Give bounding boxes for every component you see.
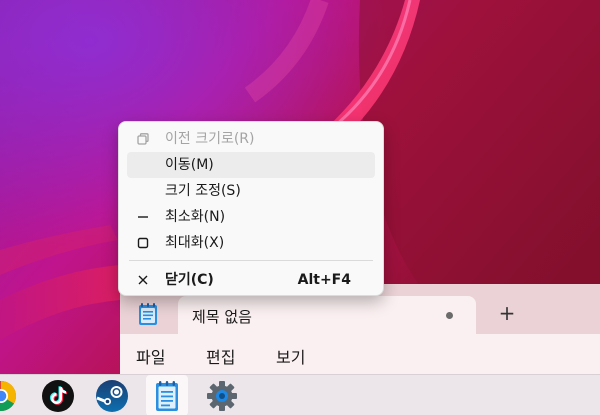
menu-item-label: 닫기(C) xyxy=(165,272,214,288)
new-tab-button[interactable]: + xyxy=(496,302,518,324)
steam-icon[interactable] xyxy=(95,379,129,413)
settings-icon[interactable] xyxy=(205,379,239,413)
notepad-icon[interactable] xyxy=(150,379,184,413)
tiktok-icon[interactable] xyxy=(41,379,75,413)
tab-untitled[interactable]: 제목 없음 xyxy=(178,296,476,336)
chrome-icon[interactable] xyxy=(0,379,18,413)
unsaved-indicator-icon[interactable] xyxy=(446,312,453,319)
taskbar xyxy=(0,374,600,415)
notepad-app-icon[interactable] xyxy=(138,302,158,326)
menu-item-label: 크기 조정(S) xyxy=(165,183,241,199)
menu-item-shortcut: Alt+F4 xyxy=(297,272,351,288)
menu-separator xyxy=(129,260,373,261)
menu-item-label: 최대화(X) xyxy=(165,235,225,251)
notepad-window: 제목 없음 + 파일 편집 보기 xyxy=(120,284,600,374)
close-icon xyxy=(135,271,151,289)
restore-icon xyxy=(135,130,151,148)
menu-item-label: 최소화(N) xyxy=(165,209,226,225)
menu-item-move[interactable]: 이동(M) xyxy=(127,152,375,178)
menu-item-minimize[interactable]: 최소화(N) xyxy=(127,204,375,230)
window-system-menu: 이전 크기로(R) 이동(M) 크기 조정(S) 최소화(N) 최대화(X) 닫… xyxy=(118,121,384,296)
menu-item-label: 이동(M) xyxy=(165,157,214,173)
menu-bar: 파일 편집 보기 xyxy=(120,334,600,374)
menu-edit[interactable]: 편집 xyxy=(206,344,235,368)
menu-view[interactable]: 보기 xyxy=(276,344,305,368)
minimize-icon xyxy=(135,208,151,226)
menu-item-restore[interactable]: 이전 크기로(R) xyxy=(127,126,375,152)
menu-item-maximize[interactable]: 최대화(X) xyxy=(127,230,375,256)
maximize-icon xyxy=(135,234,151,252)
menu-item-label: 이전 크기로(R) xyxy=(165,131,255,147)
desktop: 제목 없음 + 파일 편집 보기 이전 크기로(R) 이동(M) 크기 조정(S… xyxy=(0,0,600,415)
menu-item-resize[interactable]: 크기 조정(S) xyxy=(127,178,375,204)
menu-file[interactable]: 파일 xyxy=(136,344,165,368)
tab-title: 제목 없음 xyxy=(192,308,252,326)
menu-item-close[interactable]: 닫기(C) Alt+F4 xyxy=(127,267,375,293)
